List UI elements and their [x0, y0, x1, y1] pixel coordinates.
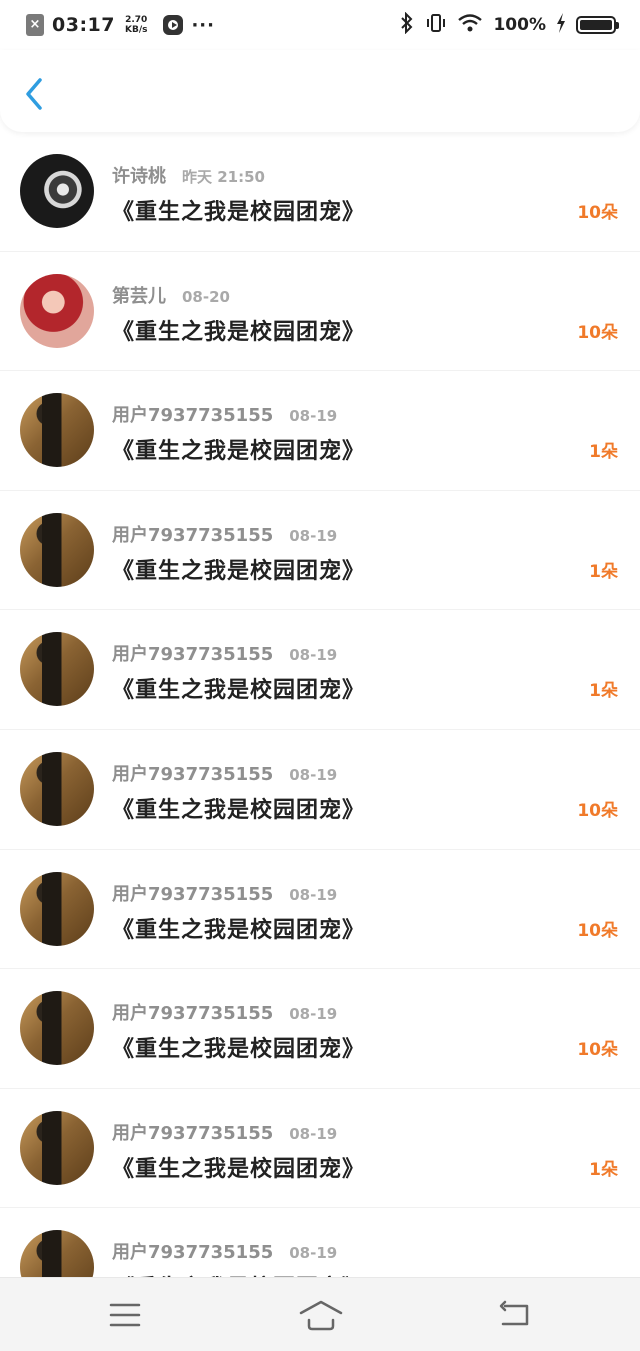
record-username[interactable]: 第芸儿 — [112, 282, 166, 308]
record-username[interactable]: 用户7937735155 — [112, 640, 273, 666]
record-username[interactable]: 用户7937735155 — [112, 1238, 273, 1264]
record-row[interactable]: 用户7937735155 08-19 《重生之我是校园团宠》 10朵 — [0, 969, 640, 1089]
network-speed-unit: KB/s — [124, 25, 148, 35]
record-amount: 10朵 — [577, 1040, 618, 1061]
record-date: 08-19 — [289, 765, 338, 784]
network-speed: 2.70 KB/s — [125, 15, 147, 35]
record-meta: 用户7937735155 08-19 — [112, 1238, 337, 1264]
record-meta: 用户7937735155 08-19 — [112, 401, 337, 427]
record-amount: 10朵 — [577, 920, 618, 941]
wifi-icon — [457, 13, 483, 38]
back-arrow-icon — [499, 1300, 529, 1326]
system-navigation-bar — [0, 1277, 640, 1351]
record-date: 08-19 — [289, 1124, 338, 1143]
record-date: 08-19 — [289, 526, 338, 545]
record-amount: 1朵 — [589, 442, 618, 463]
record-username[interactable]: 用户7937735155 — [112, 1119, 273, 1145]
record-row[interactable]: 用户7937735155 08-19 《重生之我是校园团宠》 1朵 — [0, 610, 640, 730]
record-username[interactable]: 许诗桃 — [112, 162, 166, 188]
cat-avatar[interactable] — [20, 154, 94, 228]
record-username[interactable]: 用户7937735155 — [112, 521, 273, 547]
record-meta: 用户7937735155 08-19 — [112, 640, 337, 666]
record-book-title[interactable]: 《重生之我是校园团宠》 — [112, 672, 365, 704]
record-date: 08-19 — [289, 885, 338, 904]
menu-icon — [109, 1303, 141, 1327]
back-button[interactable] — [20, 74, 50, 114]
more-dots-icon: ··· — [191, 14, 215, 36]
record-meta: 许诗桃 昨天 21:50 — [112, 162, 265, 188]
record-date: 08-19 — [289, 407, 338, 426]
record-amount: 1朵 — [589, 681, 618, 702]
record-username[interactable]: 用户7937735155 — [112, 760, 273, 786]
record-book-title[interactable]: 《重生之我是校园团宠》 — [112, 433, 365, 465]
charging-icon — [556, 12, 566, 38]
record-amount: 1朵 — [589, 561, 618, 582]
status-time: 03:17 — [52, 14, 115, 36]
user-avatar[interactable] — [20, 871, 94, 946]
user-avatar[interactable] — [20, 1110, 94, 1185]
record-row[interactable]: 用户7937735155 08-19 《重生之我是校园团宠》 1朵 — [0, 491, 640, 611]
menu-button[interactable] — [105, 1298, 145, 1332]
record-amount: 10朵 — [577, 203, 618, 223]
record-row[interactable]: 第芸儿 08-20 《重生之我是校园团宠》 10朵 — [0, 252, 640, 372]
record-book-title[interactable]: 《重生之我是校园团宠》 — [112, 194, 365, 226]
user-avatar[interactable] — [20, 632, 94, 707]
record-date: 08-19 — [289, 1244, 338, 1263]
battery-icon — [576, 16, 619, 34]
record-meta: 用户7937735155 08-19 — [112, 880, 337, 906]
record-row[interactable]: 许诗桃 昨天 21:50 《重生之我是校园团宠》 10朵 — [0, 132, 640, 252]
battery-percent: 100% — [493, 15, 546, 35]
bluetooth-icon — [399, 11, 415, 39]
home-icon — [299, 1300, 343, 1331]
record-username[interactable]: 用户7937735155 — [112, 999, 273, 1025]
user-avatar[interactable] — [20, 991, 94, 1066]
record-amount: 10朵 — [577, 322, 618, 343]
record-book-title[interactable]: 《重生之我是校园团宠》 — [112, 1031, 365, 1063]
status-bar: × 03:17 2.70 KB/s ··· 100% — [0, 0, 640, 50]
user-avatar[interactable] — [20, 512, 94, 587]
record-book-title[interactable]: 《重生之我是校园团宠》 — [112, 792, 365, 824]
record-row[interactable]: 用户7937735155 08-19 《重生之我是校园团宠》 10朵 — [0, 850, 640, 970]
record-date: 08-19 — [289, 646, 338, 665]
record-username[interactable]: 用户7937735155 — [112, 401, 273, 427]
record-meta: 用户7937735155 08-19 — [112, 1119, 337, 1145]
vibrate-icon — [425, 12, 447, 39]
record-date: 08-20 — [182, 287, 230, 306]
record-row[interactable]: 用户7937735155 08-19 《重生之我是校园团宠》 10朵 — [0, 730, 640, 850]
user-avatar[interactable] — [20, 751, 94, 826]
page: × 03:17 2.70 KB/s ··· 100% 许诗桃 昨天 21:50 … — [0, 0, 640, 1351]
return-button[interactable] — [495, 1298, 535, 1332]
chevron-left-icon — [26, 78, 42, 110]
record-meta: 用户7937735155 08-19 — [112, 999, 337, 1025]
sim-off-icon: × — [26, 14, 44, 36]
record-row[interactable]: 用户7937735155 08-19 《重生之我是校园团宠》 1朵 — [0, 371, 640, 491]
record-date: 昨天 21:50 — [182, 168, 265, 186]
girl-avatar[interactable] — [20, 273, 94, 348]
home-button[interactable] — [298, 1298, 344, 1332]
record-amount: 10朵 — [577, 800, 618, 821]
record-book-title[interactable]: 《重生之我是校园团宠》 — [112, 314, 365, 346]
gift-record-list: 许诗桃 昨天 21:50 《重生之我是校园团宠》 10朵 第芸儿 08-20 《重生之我是校… — [0, 132, 640, 1328]
header — [0, 50, 640, 132]
record-meta: 用户7937735155 08-19 — [112, 521, 337, 547]
record-meta: 第芸儿 08-20 — [112, 282, 230, 308]
user-avatar[interactable] — [20, 393, 94, 468]
record-amount: 1朵 — [589, 1159, 618, 1180]
record-book-title[interactable]: 《重生之我是校园团宠》 — [112, 553, 365, 585]
battery-fill — [580, 20, 612, 30]
record-book-title[interactable]: 《重生之我是校园团宠》 — [112, 912, 365, 944]
record-username[interactable]: 用户7937735155 — [112, 880, 273, 906]
network-speed-value: 2.70 — [125, 15, 148, 25]
record-row[interactable]: 用户7937735155 08-19 《重生之我是校园团宠》 1朵 — [0, 1089, 640, 1209]
media-play-icon — [163, 15, 184, 35]
record-book-title[interactable]: 《重生之我是校园团宠》 — [112, 1151, 365, 1183]
record-meta: 用户7937735155 08-19 — [112, 760, 337, 786]
record-date: 08-19 — [289, 1005, 338, 1024]
